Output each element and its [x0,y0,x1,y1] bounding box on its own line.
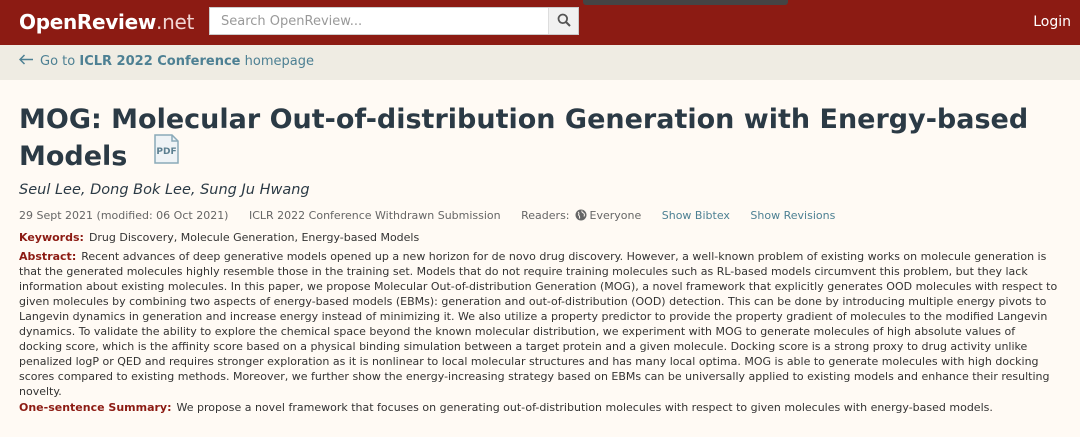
arrow-left-icon [18,54,34,69]
summary-label: One-sentence Summary: [19,401,172,414]
paper-date: 29 Sept 2021 (modified: 06 Oct 2021) [19,209,229,222]
pdf-icon[interactable]: PDF [153,133,180,174]
svg-text:PDF: PDF [157,147,177,157]
summary-field: One-sentence Summary: We propose a novel … [19,400,1059,415]
paper-venue: ICLR 2022 Conference Withdrawn Submissio… [248,209,501,222]
search-input[interactable] [210,8,550,34]
keywords-value: Drug Discovery, Molecule Generation, Ene… [88,231,420,244]
browser-overlay [583,0,788,5]
search-button[interactable] [548,8,578,34]
abstract-field: Abstract: Recent advances of deep generat… [19,249,1059,399]
search-icon [557,13,571,27]
subnav: Go to ICLR 2022 Conference homepage [0,45,1080,80]
back-suffix: homepage [244,54,314,69]
keywords-label: Keywords: [19,231,84,244]
keywords-field: Keywords: Drug Discovery, Molecule Genera… [19,230,1059,245]
abstract-value: Recent advances of deep generative model… [19,250,1058,398]
paper-authors[interactable]: Seul Lee, Dong Bok Lee, Sung Ju Hwang [19,182,310,198]
back-venue: ICLR 2022 Conference [79,54,241,69]
summary-value: We propose a novel framework that focuse… [176,401,993,414]
show-bibtex-link[interactable]: Show Bibtex [662,209,730,222]
paper-title: MOG: Molecular Out-of-distribution Gener… [19,101,1039,175]
back-prefix: Go to [40,54,76,69]
readers-label: Readers: [521,209,570,222]
login-link[interactable]: Login [1033,14,1071,30]
brand-main: OpenReview [19,10,157,34]
paper-readers: Readers: Everyone [521,209,641,224]
globe-icon [575,209,587,224]
venue-homepage-link[interactable]: Go to ICLR 2022 Conference homepage [18,54,314,69]
show-revisions-link[interactable]: Show Revisions [750,209,835,222]
paper-meta: 29 Sept 2021 (modified: 06 Oct 2021) ICL… [19,209,835,224]
readers-value: Everyone [589,209,642,222]
openreview-logo[interactable]: OpenReview.net [19,10,194,34]
navbar: OpenReview.net Login [0,0,1080,45]
brand-tld: .net [156,10,195,34]
abstract-label: Abstract: [19,250,77,263]
search-box [209,7,579,35]
